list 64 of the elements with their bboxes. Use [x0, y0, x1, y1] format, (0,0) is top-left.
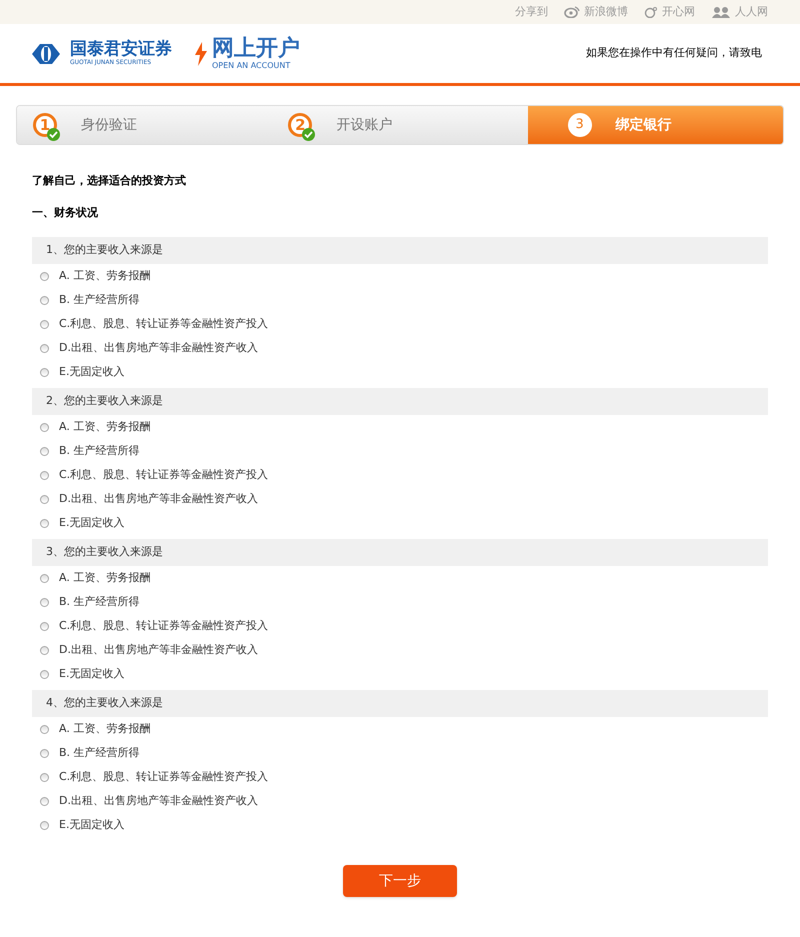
- radio-button[interactable]: [40, 518, 49, 528]
- step-number: 3: [568, 113, 592, 137]
- radio-button[interactable]: [40, 470, 49, 480]
- option-label: C.利息、股息、转让证券等金融性资产投入: [59, 316, 268, 332]
- lightning-icon: [194, 42, 208, 66]
- option-label: D.出租、出售房地产等非金融性资产收入: [59, 792, 258, 809]
- eye-icon: [564, 6, 580, 18]
- people-icon: [711, 6, 731, 18]
- radio-button[interactable]: [40, 748, 49, 758]
- section-title: 一、财务状况: [32, 204, 99, 220]
- radio-button[interactable]: [40, 646, 49, 654]
- help-text: 如果您在操作中有任何疑问，请致电: [586, 45, 762, 62]
- radio-button[interactable]: [40, 670, 49, 678]
- radio-button[interactable]: [40, 422, 49, 432]
- option-label: E.无固定收入: [59, 364, 124, 380]
- smile-icon: [644, 6, 658, 18]
- radio-button[interactable]: [40, 772, 49, 782]
- option-label: A. 工资、劳务报酬: [59, 570, 150, 586]
- option-label: C.利息、股息、转让证券等金融性资产投入: [59, 618, 268, 634]
- service-title: 网上开户: [212, 38, 300, 60]
- question-title: 1、您的主要收入来源是: [32, 237, 768, 264]
- option-label: B. 生产经营所得: [59, 744, 140, 761]
- radio-button[interactable]: [40, 296, 49, 304]
- option-label: B. 生产经营所得: [59, 442, 140, 459]
- question-title: 3、您的主要收入来源是: [32, 539, 768, 566]
- radio-button[interactable]: [40, 574, 49, 582]
- option-label: A. 工资、劳务报酬: [59, 418, 150, 435]
- option-label: A. 工资、劳务报酬: [59, 720, 150, 737]
- option-label: E.无固定收入: [59, 514, 124, 531]
- question-title: 2、您的主要收入来源是: [32, 388, 768, 415]
- radio-button[interactable]: [40, 796, 49, 806]
- share-label: 分享到: [515, 4, 548, 20]
- option-label: D.出租、出售房地产等非金融性资产收入: [59, 340, 258, 356]
- intro-text: 了解自己，选择适合的投资方式: [32, 173, 187, 189]
- step-tab[interactable]: 3 绑定银行: [528, 106, 783, 144]
- share-link[interactable]: 新浪微博: [564, 4, 628, 20]
- option-label: D.出租、出售房地产等非金融性资产收入: [59, 490, 258, 507]
- option-label: C.利息、股息、转让证券等金融性资产投入: [59, 768, 268, 785]
- share-link[interactable]: 人人网: [711, 4, 768, 20]
- service-subtitle: OPEN AN ACCOUNT: [212, 62, 292, 70]
- step-tab[interactable]: 1 身份验证: [17, 106, 272, 144]
- radio-button[interactable]: [40, 724, 49, 734]
- radio-button[interactable]: [40, 622, 49, 630]
- radio-button[interactable]: [40, 344, 49, 352]
- option-label: B. 生产经营所得: [59, 292, 140, 308]
- option-label: D.出租、出售房地产等非金融性资产收入: [59, 642, 258, 658]
- option-label: E.无固定收入: [59, 816, 124, 833]
- step-tab[interactable]: 2 开设账户: [272, 106, 528, 144]
- radio-button[interactable]: [40, 320, 49, 328]
- radio-button[interactable]: [40, 446, 49, 456]
- option-label: A. 工资、劳务报酬: [59, 268, 150, 284]
- option-label: B. 生产经营所得: [59, 594, 140, 610]
- option-label: E.无固定收入: [59, 666, 124, 682]
- radio-button[interactable]: [40, 272, 49, 280]
- radio-button[interactable]: [40, 598, 49, 606]
- radio-button[interactable]: [40, 494, 49, 504]
- option-label: C.利息、股息、转让证券等金融性资产投入: [59, 466, 268, 483]
- radio-button[interactable]: [40, 368, 49, 376]
- brand-name: 国泰君安证券: [70, 41, 172, 58]
- question-title: 4、您的主要收入来源是: [32, 690, 768, 717]
- next-button[interactable]: 下一步: [343, 865, 457, 897]
- share-link[interactable]: 开心网: [644, 4, 695, 20]
- radio-button[interactable]: [40, 820, 49, 830]
- logo-icon: [30, 42, 62, 64]
